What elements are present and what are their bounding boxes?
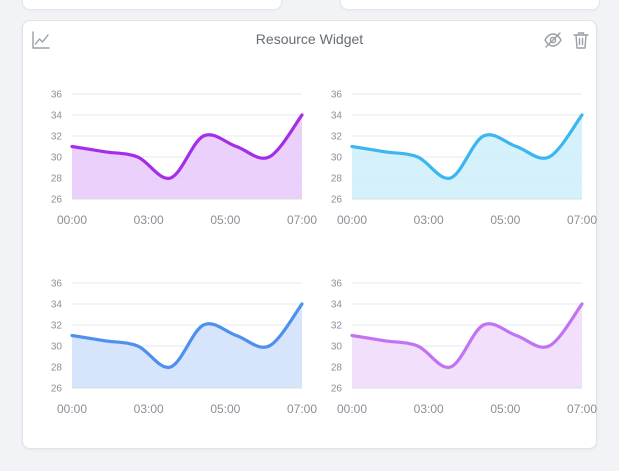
chart-bottom-left: 26 28 30 32 34 36 00:00 03:00 05:00 07:00 — [33, 268, 323, 428]
y-tick-label: 26 — [331, 384, 343, 395]
y-tick-label: 26 — [331, 195, 343, 206]
x-tick-label: 03:00 — [134, 213, 164, 227]
x-tick-label: 00:00 — [337, 402, 367, 416]
y-tick-label: 34 — [331, 111, 343, 122]
x-tick-label: 00:00 — [57, 213, 87, 227]
x-tick-label: 05:00 — [490, 402, 520, 416]
x-tick-label: 03:00 — [414, 402, 444, 416]
y-tick-label: 28 — [51, 363, 63, 374]
x-tick-label: 00:00 — [337, 213, 367, 227]
area-chart: 26283032343600:00 03:00 05:00 07:00 — [51, 90, 317, 228]
trash-icon[interactable] — [571, 30, 591, 50]
x-tick-label: 00:00 — [57, 402, 87, 416]
y-tick-label: 30 — [51, 153, 63, 164]
x-tick-label: 05:00 — [490, 213, 520, 227]
x-tick-label: 05:00 — [210, 213, 240, 227]
area-chart: 26 28 30 32 34 36 00:00 03:00 05:00 07:00 — [331, 279, 597, 417]
chart-top-right: 26 28 30 32 34 36 00:00 03:00 05:00 07:00 — [313, 79, 603, 239]
widget-title: Resource Widget — [255, 31, 364, 47]
y-tick-label: 26 — [51, 384, 63, 395]
y-tick-label: 36 — [331, 279, 343, 290]
y-tick-label: 32 — [331, 132, 343, 143]
x-tick-label: 07:00 — [567, 213, 597, 227]
y-tick-label: 34 — [51, 111, 63, 122]
y-tick-label: 30 — [51, 342, 63, 353]
y-tick-label: 30 — [331, 342, 343, 353]
y-tick-label: 28 — [51, 174, 63, 185]
y-tick-label: 30 — [331, 153, 343, 164]
previous-widget-card — [340, 0, 600, 10]
chart-top-left: 26 28 30 32 34 36 00:00 03:00 05:00 07:00 — [33, 79, 323, 239]
y-tick-label: 34 — [331, 300, 343, 311]
y-tick-label: 32 — [331, 321, 343, 332]
area-chart: 26 28 30 32 34 36 00:00 03:00 05:00 07:00 — [331, 90, 597, 228]
y-tick-label: 36 — [51, 279, 63, 290]
chart-bottom-right: 26 28 30 32 34 36 00:00 03:00 05:00 07:00 — [313, 268, 603, 428]
y-tick-label: 32 — [51, 132, 63, 143]
y-tick-label: 36 — [331, 90, 343, 101]
x-tick-label: 07:00 — [567, 402, 597, 416]
x-tick-label: 05:00 — [210, 402, 240, 416]
y-tick-label: 28 — [331, 363, 343, 374]
resource-widget: Resource Widget 26 28 30 32 34 36 00:00 03:00 05… — [22, 20, 597, 449]
x-tick-label: 03:00 — [134, 402, 164, 416]
y-tick-label: 26 — [51, 195, 63, 206]
area-chart: 26283032343600:00 03:00 05:00 07:00 — [51, 279, 317, 417]
y-tick-label: 34 — [51, 300, 63, 311]
previous-widget-card — [22, 0, 282, 10]
y-tick-label: 36 — [51, 90, 63, 101]
x-tick-label: 03:00 — [414, 213, 444, 227]
eye-off-icon[interactable] — [543, 30, 563, 50]
y-tick-label: 28 — [331, 174, 343, 185]
y-tick-label: 32 — [51, 321, 63, 332]
